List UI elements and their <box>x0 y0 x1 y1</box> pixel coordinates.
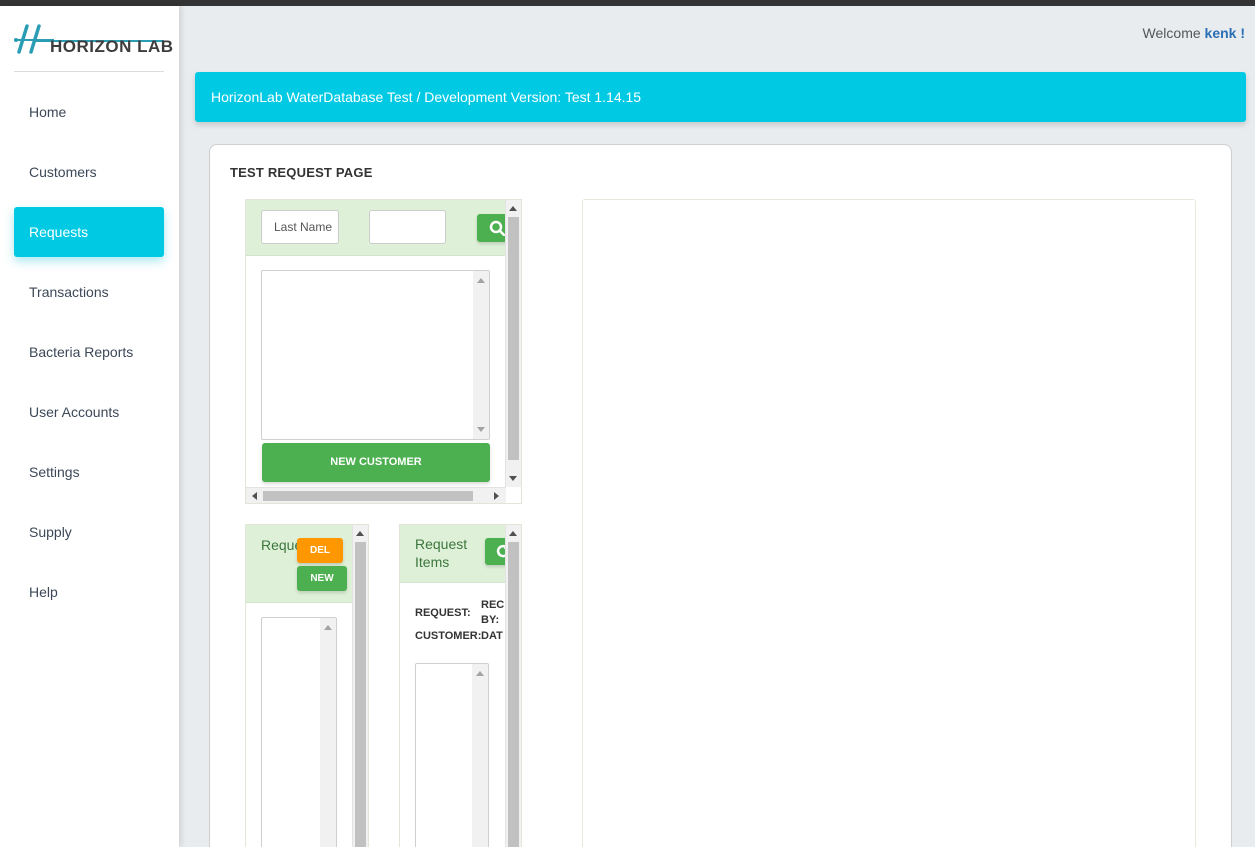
username[interactable]: kenk ! <box>1205 25 1245 41</box>
scroll-up-arrow-icon[interactable] <box>509 206 517 211</box>
scroll-thumb[interactable] <box>508 542 519 847</box>
sidebar-item-bacteria-reports[interactable]: Bacteria Reports <box>14 327 164 377</box>
date-label: DAT <box>481 630 503 642</box>
logo: HORIZON LAB <box>14 22 173 72</box>
requests-listbox[interactable] <box>261 617 337 847</box>
page-title: TEST REQUEST PAGE <box>230 165 373 180</box>
logo-divider <box>14 71 164 72</box>
main-card: TEST REQUEST PAGE NEW CUSTOMER <box>209 144 1232 847</box>
request-items-listbox[interactable] <box>415 663 489 847</box>
scroll-right-arrow-icon[interactable] <box>494 492 499 500</box>
sidebar-item-help[interactable]: Help <box>14 567 164 617</box>
sidebar-item-transactions[interactable]: Transactions <box>14 267 164 317</box>
request-items-listbox-scrollbar[interactable] <box>472 664 488 847</box>
new-request-button[interactable]: NEW <box>297 566 347 591</box>
window-top-strip <box>0 0 1255 6</box>
scroll-thumb[interactable] <box>508 217 519 460</box>
request-items-header: Request Items <box>400 525 515 583</box>
delete-request-button[interactable]: DEL <box>297 538 343 563</box>
request-items-panel-vscroll[interactable] <box>505 525 521 847</box>
scroll-thumb[interactable] <box>263 491 473 501</box>
request-label: REQUEST: <box>415 607 471 619</box>
sidebar-item-supply[interactable]: Supply <box>14 507 164 557</box>
request-items-title-line1: Request <box>415 536 468 552</box>
request-detail-area <box>582 199 1196 847</box>
sidebar-item-customers[interactable]: Customers <box>14 147 164 197</box>
scroll-up-arrow-icon[interactable] <box>476 671 484 676</box>
sidebar-item-requests[interactable]: Requests <box>14 207 164 257</box>
scroll-left-arrow-icon[interactable] <box>252 492 257 500</box>
scroll-up-arrow-icon[interactable] <box>477 278 485 283</box>
customer-panel-hscroll[interactable] <box>246 487 506 503</box>
request-items-panel: Request Items REQUEST: CUSTOMER: REC BY:… <box>399 524 522 847</box>
sidebar-item-settings[interactable]: Settings <box>14 447 164 497</box>
customer-listbox-scrollbar[interactable] <box>473 271 489 439</box>
logo-text: HORIZON LAB <box>50 37 174 56</box>
sidebar: HORIZON LAB Home Customers Requests Tran… <box>0 6 179 847</box>
customer-secondary-input[interactable] <box>369 210 446 244</box>
scroll-down-arrow-icon[interactable] <box>477 427 485 432</box>
last-name-input[interactable] <box>261 210 339 244</box>
requests-listbox-scrollbar[interactable] <box>320 618 336 847</box>
requests-header: Reque DEL NEW <box>246 525 353 603</box>
received-by-label: BY: <box>481 614 500 626</box>
requests-panel-vscroll[interactable] <box>352 525 368 847</box>
customer-search-panel: NEW CUSTOMER <box>245 199 522 504</box>
sidebar-item-home[interactable]: Home <box>14 87 164 137</box>
customer-listbox[interactable] <box>261 270 490 440</box>
new-customer-button[interactable]: NEW CUSTOMER <box>262 443 490 482</box>
customer-panel-vscroll[interactable] <box>505 200 521 487</box>
scroll-down-arrow-icon[interactable] <box>509 476 517 481</box>
requests-panel: Reque DEL NEW <box>245 524 369 847</box>
welcome-message: Welcome kenk ! <box>1143 25 1245 41</box>
welcome-prefix: Welcome <box>1142 25 1201 41</box>
sidebar-nav: Home Customers Requests Transactions Bac… <box>14 87 164 627</box>
request-items-title-line2: Items <box>415 554 450 570</box>
customer-search-header <box>246 200 517 256</box>
scroll-thumb[interactable] <box>355 542 366 847</box>
scroll-up-arrow-icon[interactable] <box>356 531 364 536</box>
scroll-up-arrow-icon[interactable] <box>324 625 332 630</box>
version-banner: HorizonLab WaterDatabase Test / Developm… <box>195 72 1246 122</box>
sidebar-item-user-accounts[interactable]: User Accounts <box>14 387 164 437</box>
scroll-up-arrow-icon[interactable] <box>509 531 517 536</box>
customer-label: CUSTOMER: <box>415 630 482 642</box>
search-icon <box>489 220 505 236</box>
received-label: REC <box>481 599 505 611</box>
